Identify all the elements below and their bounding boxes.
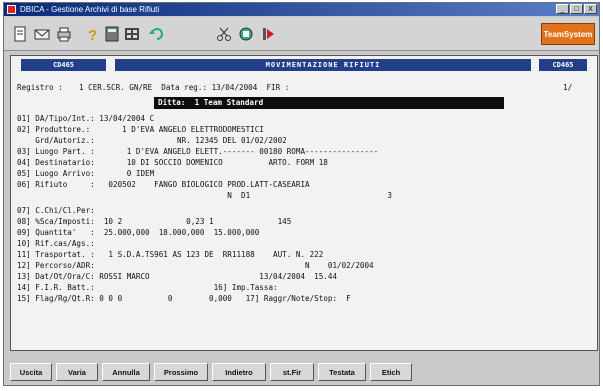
terminal-screen: CD465 MOVIMENTAZIONE RIFIUTI CD465 Regis… [10, 55, 598, 351]
header-code-right: CD465 [539, 59, 587, 71]
page-title: MOVIMENTAZIONE RIFIUTI [115, 59, 531, 71]
varia-button[interactable]: Varia [56, 363, 98, 381]
teamsystem-logo: TeamSystem [541, 23, 595, 45]
help-icon[interactable]: ? [82, 24, 102, 44]
field-row[interactable]: 04] Destinatario: 10 DI SOCCIO DOMENICO … [17, 158, 328, 168]
field-row[interactable]: 12] Percorso/ADR: N 01/02/2004 [17, 261, 374, 271]
doc-icon[interactable] [10, 24, 30, 44]
field-row[interactable]: 09] Quantita' : 25.000,000 18.000,000 15… [17, 228, 259, 238]
indietro-button[interactable]: Indietro [212, 363, 266, 381]
annulla-button[interactable]: Annulla [102, 363, 150, 381]
maximize-button[interactable]: □ [570, 4, 583, 14]
prossimo-button[interactable]: Prossimo [154, 363, 208, 381]
field-row[interactable]: 06] Rifiuto : 020502 FANGO BIOLOGICO PRO… [17, 180, 310, 190]
titlebar: DBICA - Gestione Archivi di base Rifiuti… [4, 3, 599, 16]
field-row[interactable]: 10] Rif.cas/Ags.: [17, 239, 95, 249]
undo-icon[interactable] [146, 24, 166, 44]
run-icon[interactable] [258, 24, 278, 44]
window-title: DBICA - Gestione Archivi di base Rifiuti [20, 5, 160, 14]
field-row[interactable]: 03] Luogo Part. : 1 D'EVA ANGELO ELETT.-… [17, 147, 378, 157]
registro-value[interactable]: 1 CER.SCR. GN/RE Data reg.: 13/04/2004 F… [79, 83, 289, 93]
field-row[interactable]: 08] %Sca/Imposti: 10 2 0,23 1 145 [17, 217, 291, 227]
minimize-button[interactable]: _ [556, 4, 569, 14]
function-key-bar: Uscita Varia Annulla Prossimo Indietro s… [4, 359, 599, 385]
scissors-icon[interactable] [214, 24, 234, 44]
network-icon[interactable] [236, 24, 256, 44]
ditta-popup: Ditta: 1 Team Standard [154, 97, 504, 109]
field-row[interactable]: 02] Produttore.: 1 D'EVA ANGELO ELETTROD… [17, 125, 264, 135]
app-window: DBICA - Gestione Archivi di base Rifiuti… [3, 2, 600, 386]
field-row[interactable]: 14] F.I.R. Batt.: 16] Imp.Tassa: [17, 283, 278, 293]
uscita-button[interactable]: Uscita [10, 363, 52, 381]
field-row[interactable]: 07] C.Chi/Cl.Per: [17, 206, 95, 216]
header-bar: CD465 MOVIMENTAZIONE RIFIUTI CD465 [11, 58, 597, 72]
header-code-left: CD465 [21, 59, 106, 71]
field-row[interactable]: Grd/Autoriz.: NR. 12345 DEL 01/02/2002 [17, 136, 286, 146]
field-row[interactable]: 01] DA/Tipo/Int.: 13/04/2004 C [17, 114, 154, 124]
page-indicator: 1/ [563, 83, 573, 92]
etich-button[interactable]: Etich [370, 363, 412, 381]
mail-icon[interactable] [32, 24, 52, 44]
st-fir-button[interactable]: st.Fir [270, 363, 314, 381]
svg-text:?: ? [88, 27, 97, 42]
field-row[interactable]: 13] Dat/Ot/Ora/C: ROSSI MARCO 13/04/2004… [17, 272, 337, 282]
calc-icon[interactable] [102, 24, 122, 44]
field-row: N D1 3 [17, 191, 392, 200]
app-icon [7, 5, 16, 14]
field-row[interactable]: 05] Luogo Arrivo: 0 IDEM [17, 169, 154, 179]
field-row[interactable]: 15] Flag/Rg/Qt.R: 0 0 0 0 0,000 17] Ragg… [17, 294, 351, 304]
print-icon[interactable] [54, 24, 74, 44]
toolbar: ? TeamSystem [4, 17, 599, 51]
field-row[interactable]: 11] Trasportat. : 1 S.D.A.TS961 AS 123 D… [17, 250, 323, 260]
testata-button[interactable]: Testata [318, 363, 366, 381]
registro-label: Registro : [17, 83, 63, 92]
grid-icon[interactable] [122, 24, 142, 44]
close-button[interactable]: X [584, 4, 597, 14]
